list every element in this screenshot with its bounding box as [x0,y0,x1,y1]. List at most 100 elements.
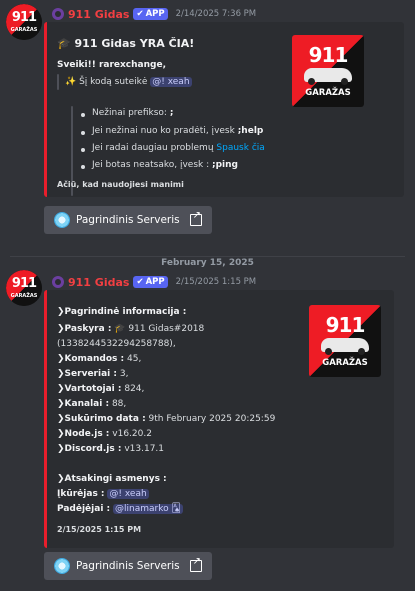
button-label: Pagrindinis Serveris [76,214,180,226]
embed-title: 🎓 911 Gidas YRA ČIA! [57,37,195,50]
reply-avatar-icon [52,8,64,20]
bullet [81,148,85,152]
info-row: ❯Sukūrimo data : 9th February 2025 20:25… [57,414,275,424]
bullet-help: Jei nežinai nuo ko pradėti, įvesk ;help [92,126,263,136]
reply-avatar-icon [52,276,64,288]
message-header: 911 Gidas ✔ APP 2/15/2025 1:15 PM [52,274,256,290]
main-server-button[interactable]: Pagrindinis Serveris [44,552,212,580]
mention-xeah[interactable]: @! xeah [150,77,192,87]
car-icon [321,338,369,355]
row-label: Vartotojai : [64,384,122,394]
embed-thumbnail[interactable]: 911 GARAŽAS [292,35,364,107]
info-row: ❯Node.js : v16.20.2 [57,429,152,439]
chevron-icon: ❯ [57,444,65,454]
chevron-icon: ❯ [57,429,65,439]
avatar-text-bottom: GARAŽAS [10,27,38,33]
embed-thumbnail[interactable]: 911 GARAŽAS [309,305,381,377]
date-divider-label: February 15, 2025 [155,258,260,268]
bullet-text: Jei radai daugiau problemų [92,143,214,153]
quote-bar [57,74,59,90]
info-row: (1338244532294258788), [57,339,176,349]
external-link-icon [189,210,202,226]
button-label: Pagrindinis Serveris [76,560,180,572]
mention-linamarko[interactable]: @linamarko 🂡 [113,504,183,514]
username[interactable]: 911 Gidas [68,276,129,289]
external-link-icon [189,556,202,572]
car-icon [304,68,352,85]
avatar-text-top: 911 [11,276,37,291]
helpers-label: Padėjėjai : [57,504,111,514]
app-badge: ✔ APP [133,8,168,20]
chevron-icon: ❯ [57,369,65,379]
embed: 911 GARAŽAS ❯Pagrindinė informacija : ❯P… [44,290,394,548]
greeting: Sveiki!! rarexchange, [57,60,166,70]
embed-footer: Ačiū, kad naudojiesi manimi [57,180,184,189]
timestamp[interactable]: 2/15/2025 1:15 PM [176,277,257,287]
avatar-text-bottom: GARAŽAS [10,293,38,299]
thumb-text-top: 911 [325,313,366,337]
bullet-text: Nežinai prefikso: [92,108,167,118]
creator-row: Įkūrėjas : @! xeah [57,489,149,499]
row-label: Sukūrimo data : [64,414,146,424]
server-icon [54,558,70,574]
row-label: Kanalai : [64,399,110,409]
row-value: 45, [127,354,142,364]
username[interactable]: 911 Gidas [68,8,129,21]
chevron-icon: ❯ [57,474,65,484]
info-row: ❯Vartotojai : 824, [57,384,144,394]
row-value: v16.20.2 [112,429,152,439]
embed-footer: 2/15/2025 1:15 PM [57,525,142,534]
row-value: 824, [124,384,145,394]
bullet [81,113,85,117]
bullet [81,165,85,169]
chevron-icon: ❯ [57,324,65,334]
thumb-text-bottom: GARAŽAS [305,88,351,98]
quote-line: ✨ Šį kodą suteikė @! xeah [65,77,192,87]
bot-avatar[interactable]: 911 GARAŽAS [6,270,42,306]
info-row: ❯Serveriai : 3, [57,369,128,379]
bullet-ping: Jei botas neatsako, įvesk : ;ping [92,160,238,170]
row-value: 9th February 2025 20:25:59 [148,414,276,424]
chevron-icon: ❯ [57,354,65,364]
timestamp[interactable]: 2/14/2025 7:36 PM [176,9,257,19]
mention-xeah[interactable]: @! xeah [107,489,149,499]
row-value: v13.17.1 [124,444,165,454]
row-label: Node.js : [64,429,110,439]
bot-avatar[interactable]: 911 GARAŽAS [6,4,42,40]
bullet-code: ; [169,108,174,118]
info-row: ❯Paskyra : 🎓 911 Gidas#2018 [57,324,204,334]
info-row: ❯Kanalai : 88, [57,399,126,409]
thumb-text-bottom: GARAŽAS [322,358,368,368]
check-icon: ✔ [136,277,144,287]
row-value: 3, [119,369,129,379]
creator-label: Įkūrėjas : [57,489,105,499]
row-value: 88, [111,399,127,409]
row-label: Komandos : [64,354,125,364]
embed: 911 GARAŽAS 🎓 911 Gidas YRA ČIA! Sveiki!… [44,22,404,197]
section-staff-label: Atsakingi asmenys : [64,474,167,484]
row-label: Serveriai : [64,369,117,379]
chevron-icon: ❯ [57,384,65,394]
quote-text: Šį kodą suteikė [79,77,148,87]
section-staff: ❯Atsakingi asmenys : [57,474,167,484]
row-label: Discord.js : [64,444,122,454]
bullet-problems: Jei radai daugiau problemų Spausk čia [92,143,265,153]
row-value: 🎓 911 Gidas#2018 [114,324,205,334]
helpers-row: Padėjėjai : @linamarko 🂡 [57,504,183,514]
bullet-code: ;ping [212,160,238,170]
date-divider: February 15, 2025 [0,250,415,269]
main-server-button[interactable]: Pagrindinis Serveris [44,206,212,234]
message-header: 911 Gidas ✔ APP 2/14/2025 7:36 PM [52,6,256,22]
bullet-text: Jei nežinai nuo ko pradėti, įvesk [92,126,235,136]
bullet-prefix: Nežinai prefikso: ; [92,108,173,118]
chevron-icon: ❯ [57,307,65,317]
app-badge-label: APP [145,9,165,19]
bullet-code: ;help [237,126,264,136]
app-badge: ✔ APP [133,276,168,288]
thumb-text-top: 911 [308,43,349,67]
spausk-cia-link[interactable]: Spausk čia [216,143,264,153]
bullet [81,131,85,135]
row-label: Paskyra : [64,324,112,334]
app-badge-label: APP [145,277,165,287]
info-row: ❯Discord.js : v13.17.1 [57,444,164,454]
